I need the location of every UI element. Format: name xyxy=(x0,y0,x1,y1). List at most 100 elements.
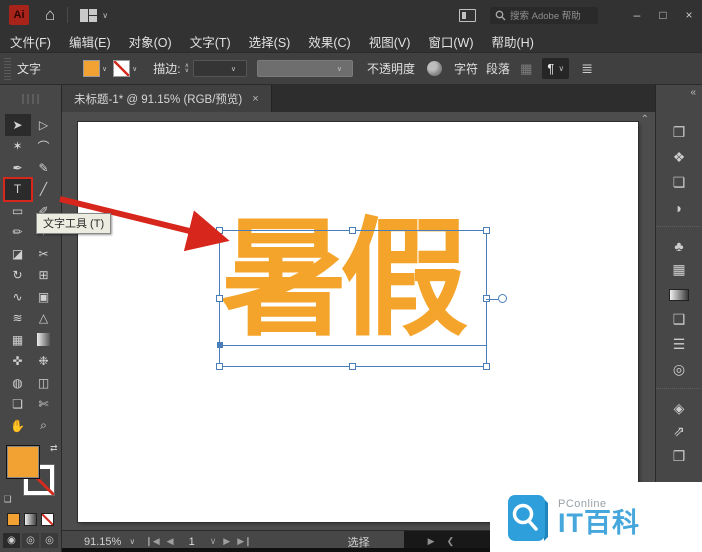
swap-fill-stroke-icon[interactable]: ⇄ xyxy=(50,443,58,454)
stroke-icon[interactable]: ☰ xyxy=(656,332,702,357)
shape-builder-tool[interactable]: ▣ xyxy=(31,286,57,308)
scrollbar-up-icon[interactable]: ⌃ xyxy=(641,114,649,125)
draw-inside-button[interactable]: ◎ xyxy=(41,532,58,548)
scissors-tool[interactable]: ✂ xyxy=(31,243,57,265)
document-arrange-icon[interactable] xyxy=(459,8,476,22)
gradient-button[interactable] xyxy=(24,512,37,526)
back-icon[interactable]: ❮ xyxy=(447,536,455,547)
gradient-tool[interactable] xyxy=(31,329,57,351)
stroke-weight-dropdown[interactable]: ∨ xyxy=(193,60,248,77)
menu-item[interactable]: 选择(S) xyxy=(249,32,291,51)
line-segment-tool[interactable]: ╱ xyxy=(31,179,57,201)
opacity-label[interactable]: 不透明度 xyxy=(367,60,415,77)
default-colors-icon[interactable]: ❏ xyxy=(4,494,12,505)
draw-normal-button[interactable]: ◉ xyxy=(3,532,20,548)
direct-selection-tool[interactable]: ▷ xyxy=(31,114,57,136)
pen-tool[interactable]: ✒ xyxy=(5,157,31,179)
character-panel-link[interactable]: 字符 xyxy=(454,60,478,77)
pencil-tool[interactable]: ✏ xyxy=(5,222,31,244)
collapse-panels-icon[interactable]: « xyxy=(690,87,696,98)
width-tool[interactable]: ∿ xyxy=(5,286,31,308)
slice-tool[interactable]: ✄ xyxy=(31,394,57,416)
none-button[interactable] xyxy=(41,512,54,526)
paragraph-align-button[interactable]: ¶ ∨ xyxy=(542,58,570,79)
stroke-weight-stepper[interactable]: ∧ ∨ xyxy=(185,63,189,74)
layers-icon[interactable]: ◈ xyxy=(655,388,702,419)
document-tab[interactable]: 未标题-1* @ 91.15% (RGB/预览) × xyxy=(62,85,272,112)
color-button[interactable] xyxy=(7,512,20,526)
eraser-tool[interactable]: ◪ xyxy=(5,243,31,265)
selection-bounding-box[interactable] xyxy=(216,227,507,370)
recolor-artwork-icon[interactable] xyxy=(427,61,443,76)
magic-wand-tool[interactable]: ✶ xyxy=(5,136,31,158)
minimize-button[interactable]: – xyxy=(624,4,650,26)
menu-item[interactable]: 帮助(H) xyxy=(492,32,534,51)
stroke-color-swatch[interactable] xyxy=(113,60,131,77)
last-artboard-icon[interactable]: ▶❙ xyxy=(237,536,251,547)
first-artboard-icon[interactable]: ❙◀ xyxy=(145,536,159,547)
selection-handle[interactable] xyxy=(216,363,223,370)
selection-handle[interactable] xyxy=(349,363,356,370)
next-artboard-icon[interactable]: ▶ xyxy=(223,536,230,547)
appearance-icon[interactable]: ◗ xyxy=(656,195,702,220)
selection-handle[interactable] xyxy=(216,294,223,302)
selection-handle[interactable] xyxy=(483,227,490,234)
fill-color-swatch[interactable] xyxy=(83,60,101,77)
curvature-tool[interactable]: ✎ xyxy=(31,157,57,179)
free-transform-tool[interactable]: ⊞ xyxy=(31,265,57,287)
draw-behind-button[interactable]: ◎ xyxy=(22,532,39,548)
baseline-handle[interactable] xyxy=(217,342,223,348)
menu-item[interactable]: 视图(V) xyxy=(369,32,411,51)
export-icon[interactable]: ⇗ xyxy=(656,419,702,444)
menu-item[interactable]: 文件(F) xyxy=(10,32,51,51)
side-handle-circle[interactable] xyxy=(498,293,507,303)
color-icon[interactable]: ❖ xyxy=(656,145,702,170)
selection-handle[interactable] xyxy=(216,227,223,234)
menu-item[interactable]: 对象(O) xyxy=(129,32,172,51)
swatches-icon[interactable]: ▦ xyxy=(656,257,702,282)
libraries-icon[interactable]: ❐ xyxy=(656,120,702,145)
symbol-sprayer-tool[interactable]: ❉ xyxy=(31,351,57,373)
chevron-down-icon[interactable]: ∨ xyxy=(129,537,135,546)
type-tool[interactable]: T xyxy=(2,176,33,202)
eyedropper-tool[interactable]: ✜ xyxy=(5,351,31,373)
perspective-grid-tool[interactable]: △ xyxy=(31,308,57,330)
chevron-down-icon[interactable]: ∨ xyxy=(210,536,217,547)
warp-tool[interactable]: ≋ xyxy=(5,308,31,330)
prev-artboard-icon[interactable]: ◀ xyxy=(167,536,174,547)
paragraph-panel-link[interactable]: 段落 xyxy=(486,60,510,77)
mesh-tool[interactable]: ▦ xyxy=(5,329,31,351)
search-input[interactable]: 搜索 Adobe 帮助 xyxy=(490,6,598,24)
zoom-tool[interactable]: ⌕ xyxy=(31,415,57,437)
canvas[interactable]: ⌃ 暑假 xyxy=(62,112,655,530)
rectangle-tool[interactable]: ▭ xyxy=(5,200,31,222)
color-guide-icon[interactable]: ❏ xyxy=(656,170,702,195)
artboard-tool[interactable]: ❏ xyxy=(5,394,31,416)
stepper-down-icon[interactable]: ∨ xyxy=(185,68,189,74)
close-button[interactable]: × xyxy=(676,4,702,26)
column-graph-tool[interactable]: ◫ xyxy=(31,372,57,394)
gradient-icon[interactable] xyxy=(656,282,702,307)
menu-item[interactable]: 效果(C) xyxy=(308,32,350,51)
hand-tool[interactable]: ✋ xyxy=(5,415,31,437)
artboard-number[interactable]: 1 xyxy=(181,536,203,548)
menu-item[interactable]: 文字(T) xyxy=(190,32,231,51)
chevron-down-icon[interactable]: ∨ xyxy=(102,65,107,73)
transparency-icon[interactable]: ◎ xyxy=(656,357,702,382)
menu-item[interactable]: 窗口(W) xyxy=(428,32,473,51)
selection-handle[interactable] xyxy=(483,363,490,370)
symbols-icon[interactable]: ♣ xyxy=(655,226,702,257)
blend-tool[interactable]: ◍ xyxy=(5,372,31,394)
play-icon[interactable]: ▶ xyxy=(428,536,435,547)
menu-item[interactable]: 编辑(E) xyxy=(69,32,111,51)
selection-tool[interactable]: ➤ xyxy=(4,114,31,136)
maximize-button[interactable]: □ xyxy=(650,4,676,26)
lasso-tool[interactable]: ⌒ xyxy=(31,136,57,158)
tab-close-icon[interactable]: × xyxy=(252,93,258,105)
panel-drag-handle[interactable] xyxy=(4,57,11,80)
arrange-documents-button[interactable]: ∨ xyxy=(80,8,108,22)
chevron-down-icon[interactable]: ∨ xyxy=(132,65,137,73)
home-icon[interactable]: ⌂ xyxy=(45,5,55,25)
fill-proxy-swatch[interactable] xyxy=(5,444,40,479)
zoom-level[interactable]: 91.15% xyxy=(84,536,121,548)
